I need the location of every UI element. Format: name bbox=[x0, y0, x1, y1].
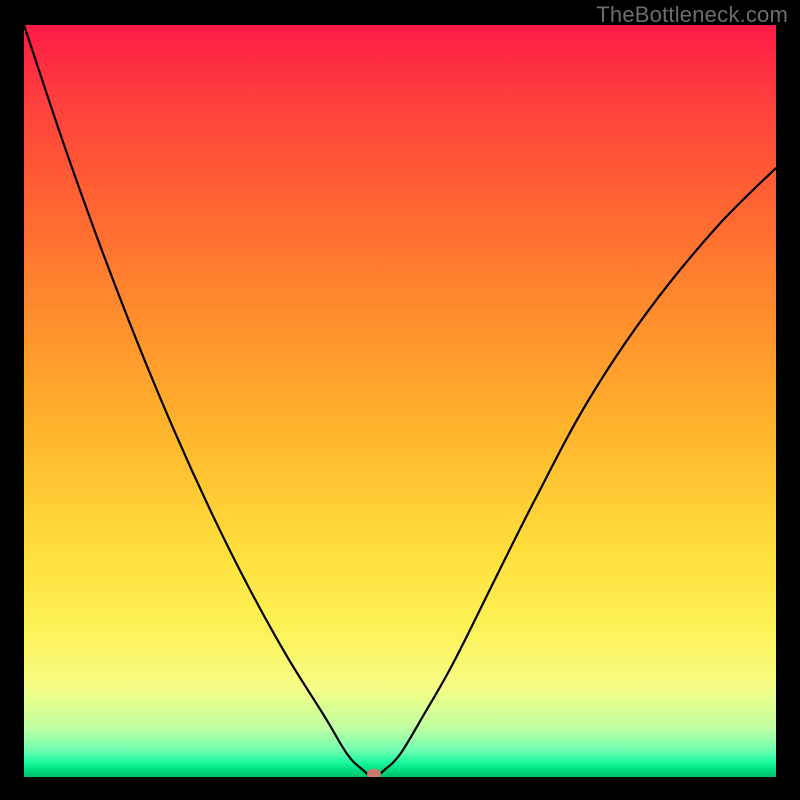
bottleneck-curve bbox=[24, 25, 776, 777]
chart-frame: TheBottleneck.com bbox=[0, 0, 800, 800]
watermark-text: TheBottleneck.com bbox=[596, 2, 788, 28]
min-marker bbox=[367, 769, 381, 777]
plot-area bbox=[24, 25, 776, 777]
